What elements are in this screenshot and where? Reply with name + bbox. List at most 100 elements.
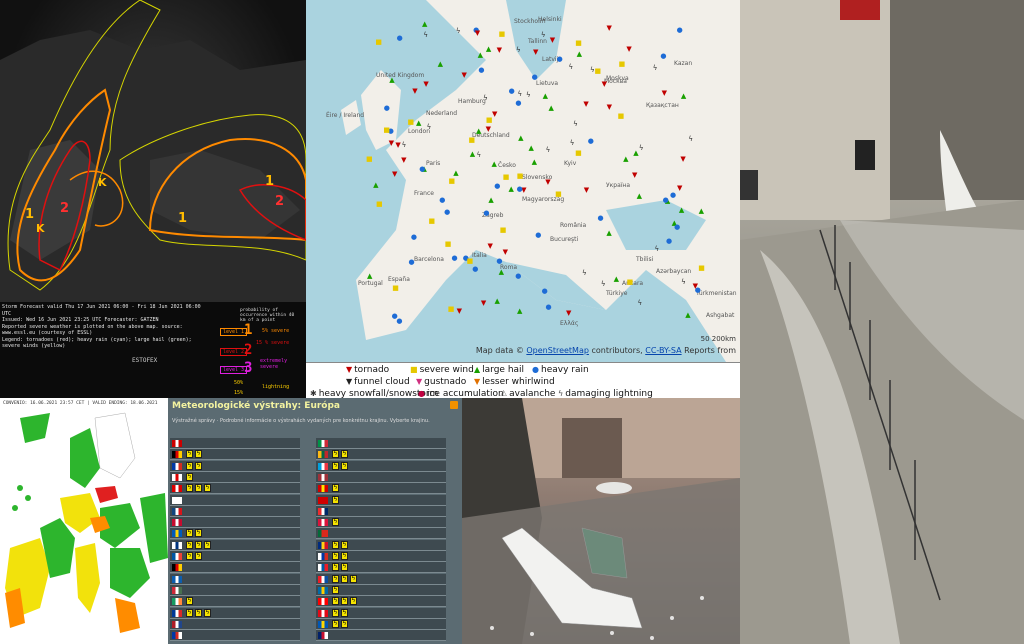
report-marker[interactable]: ▲ bbox=[543, 92, 548, 100]
report-marker[interactable]: ϟ bbox=[483, 94, 488, 102]
report-marker[interactable]: ● bbox=[496, 257, 502, 265]
report-marker[interactable]: ϟ bbox=[681, 278, 686, 286]
warning-row[interactable]: ϟ bbox=[316, 584, 446, 596]
report-marker[interactable]: ϟ bbox=[654, 245, 659, 253]
report-marker[interactable]: ▲ bbox=[438, 60, 443, 68]
warning-row[interactable]: ϟϟ bbox=[316, 551, 446, 562]
report-marker[interactable]: ▲ bbox=[637, 192, 642, 200]
report-marker[interactable]: ■ bbox=[383, 126, 390, 134]
report-marker[interactable]: ■ bbox=[618, 112, 625, 120]
warning-row[interactable] bbox=[316, 528, 446, 540]
report-marker[interactable]: ▼ bbox=[457, 307, 462, 315]
report-marker[interactable]: ■ bbox=[429, 217, 436, 225]
warning-row[interactable]: ϟϟ bbox=[316, 618, 446, 630]
warning-row[interactable]: ϟϟϟ bbox=[170, 539, 300, 551]
report-marker[interactable]: ▲ bbox=[679, 206, 684, 214]
report-marker[interactable]: ● bbox=[660, 52, 666, 60]
report-marker[interactable]: ● bbox=[677, 26, 683, 34]
report-marker[interactable]: ■ bbox=[594, 67, 601, 75]
report-marker[interactable]: ■ bbox=[499, 30, 506, 38]
report-marker[interactable]: ● bbox=[515, 99, 521, 107]
report-marker[interactable]: ● bbox=[483, 209, 489, 217]
warning-row[interactable]: ϟϟ bbox=[316, 460, 446, 472]
warning-row[interactable]: ϟ bbox=[316, 483, 446, 495]
report-marker[interactable]: ■ bbox=[376, 200, 383, 208]
warning-row[interactable]: ϟ bbox=[170, 596, 300, 608]
report-marker[interactable]: ● bbox=[674, 223, 680, 231]
report-marker[interactable]: ϟ bbox=[456, 27, 461, 35]
report-marker[interactable]: ▲ bbox=[478, 51, 483, 59]
report-marker[interactable]: ▼ bbox=[693, 282, 698, 290]
warning-row[interactable] bbox=[170, 505, 300, 517]
warning-row[interactable]: ϟϟϟ bbox=[170, 607, 300, 619]
report-marker[interactable]: ● bbox=[509, 87, 515, 95]
report-marker[interactable]: ▼ bbox=[602, 80, 607, 88]
rss-icon[interactable] bbox=[450, 401, 458, 409]
report-marker[interactable]: ϟ bbox=[541, 31, 546, 39]
report-marker[interactable]: ● bbox=[598, 214, 604, 222]
report-marker[interactable]: ϟ bbox=[423, 31, 428, 39]
report-marker[interactable]: ● bbox=[392, 312, 398, 320]
report-marker[interactable]: ▲ bbox=[518, 134, 523, 142]
warning-row[interactable]: ϟ bbox=[316, 517, 446, 529]
report-marker[interactable]: ■ bbox=[627, 278, 634, 286]
report-marker[interactable]: ϟ bbox=[526, 91, 531, 99]
report-marker[interactable]: ▲ bbox=[476, 127, 481, 135]
warning-row[interactable] bbox=[170, 573, 300, 585]
warning-row[interactable]: ϟϟϟ bbox=[316, 573, 446, 585]
report-marker[interactable]: ϟ bbox=[402, 141, 407, 149]
report-marker[interactable]: ● bbox=[557, 55, 563, 63]
report-marker[interactable]: ▲ bbox=[373, 181, 378, 189]
report-marker[interactable]: ● bbox=[444, 208, 450, 216]
report-marker[interactable]: ϟ bbox=[516, 46, 521, 54]
report-marker[interactable]: ▼ bbox=[533, 48, 538, 56]
report-marker[interactable]: ▲ bbox=[633, 149, 638, 157]
warning-row[interactable]: ϟϟ bbox=[316, 607, 446, 619]
report-marker[interactable]: ▼ bbox=[392, 170, 397, 178]
warning-row[interactable]: ϟ bbox=[170, 471, 300, 483]
report-marker[interactable]: ■ bbox=[392, 284, 399, 292]
report-marker[interactable]: ● bbox=[535, 231, 541, 239]
report-marker[interactable]: ▼ bbox=[389, 139, 394, 147]
report-marker[interactable]: ▲ bbox=[685, 311, 690, 319]
report-marker[interactable]: ▲ bbox=[529, 144, 534, 152]
report-marker[interactable]: ● bbox=[419, 165, 425, 173]
warning-row[interactable]: ϟϟ bbox=[170, 449, 300, 461]
report-marker[interactable]: ϟ bbox=[590, 66, 595, 74]
report-marker[interactable]: ● bbox=[517, 185, 523, 193]
report-marker[interactable]: ▲ bbox=[623, 155, 628, 163]
report-marker[interactable]: ϟ bbox=[573, 120, 578, 128]
report-marker[interactable]: ● bbox=[411, 233, 417, 241]
warning-row[interactable]: ϟϟϟ bbox=[170, 483, 300, 495]
report-marker[interactable]: ▲ bbox=[422, 20, 427, 28]
report-marker[interactable]: ▲ bbox=[532, 158, 537, 166]
report-marker[interactable]: ▼ bbox=[606, 24, 611, 32]
warning-row[interactable]: ϟϟ bbox=[170, 528, 300, 540]
report-marker[interactable]: ▲ bbox=[549, 104, 554, 112]
warning-row[interactable] bbox=[170, 494, 300, 506]
warning-row[interactable] bbox=[316, 630, 446, 642]
report-marker[interactable]: ■ bbox=[445, 240, 452, 248]
report-marker[interactable]: ■ bbox=[467, 257, 474, 265]
report-marker[interactable]: ϟ bbox=[569, 63, 574, 71]
report-marker[interactable]: ■ bbox=[366, 155, 373, 163]
report-marker[interactable]: ▼ bbox=[566, 309, 571, 317]
report-marker[interactable]: ▲ bbox=[367, 272, 372, 280]
report-marker[interactable]: ▼ bbox=[680, 155, 685, 163]
reports-map[interactable]: Stockholm Helsinki Tallinn Latvija Lietuva Mo… bbox=[306, 0, 740, 362]
report-marker[interactable]: ● bbox=[588, 137, 594, 145]
report-marker[interactable]: ▼ bbox=[481, 299, 486, 307]
warning-row[interactable] bbox=[170, 562, 300, 574]
report-marker[interactable]: ▲ bbox=[486, 45, 491, 53]
report-marker[interactable]: ■ bbox=[575, 39, 582, 47]
report-marker[interactable]: ▲ bbox=[517, 307, 522, 315]
report-marker[interactable]: ● bbox=[478, 66, 484, 74]
report-marker[interactable]: ▼ bbox=[423, 80, 428, 88]
report-marker[interactable]: ■ bbox=[517, 172, 524, 180]
report-marker[interactable]: ▼ bbox=[412, 87, 417, 95]
report-marker[interactable]: ■ bbox=[469, 136, 476, 144]
report-marker[interactable]: ▲ bbox=[389, 76, 394, 84]
warning-row[interactable]: ϟϟ bbox=[316, 562, 446, 574]
report-marker[interactable]: ● bbox=[494, 182, 500, 190]
report-marker[interactable]: ▼ bbox=[395, 141, 400, 149]
